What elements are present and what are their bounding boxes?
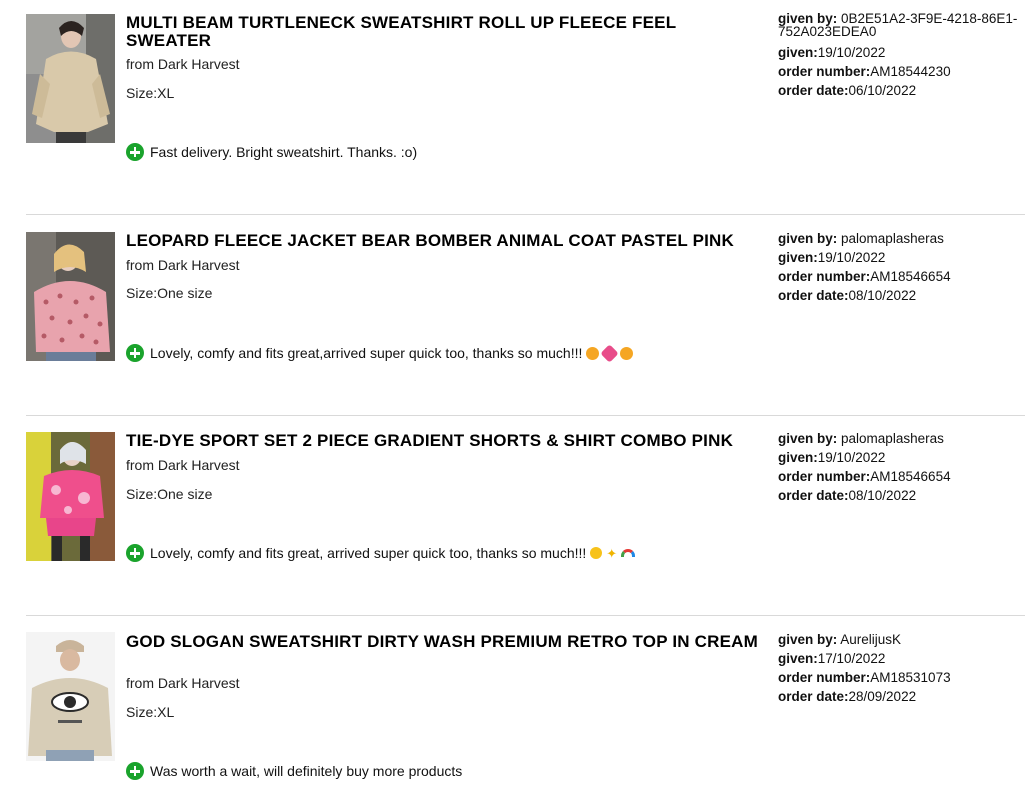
given-label: given:	[778, 450, 818, 465]
order-date: 06/10/2022	[848, 83, 917, 98]
product-title[interactable]: TIE-DYE SPORT SET 2 PIECE GRADIENT SHORT…	[126, 432, 766, 450]
review-meta: given by: palomaplasheras given:19/10/20…	[778, 429, 1023, 505]
comment-text: Lovely, comfy and fits great, arrived su…	[150, 545, 587, 561]
size-value: XL	[157, 704, 175, 720]
order-date: 08/10/2022	[848, 488, 917, 503]
product-size: Size:One size	[126, 285, 212, 301]
order-number: AM18546654	[870, 269, 951, 284]
order-number-label: order number:	[778, 64, 871, 79]
order-number: AM18546654	[870, 469, 951, 484]
size-label: Size:	[126, 85, 158, 101]
hug-emoji-icon	[620, 346, 634, 360]
reviewer-name: palomaplasheras	[841, 231, 944, 246]
product-image[interactable]	[26, 14, 115, 143]
order-number-label: order number:	[778, 269, 871, 284]
order-number: AM18531073	[870, 670, 951, 685]
review-comment: Was worth a wait, will definitely buy mo…	[126, 762, 462, 780]
product-image[interactable]	[26, 632, 115, 761]
given-date: 19/10/2022	[817, 450, 886, 465]
product-title[interactable]: MULTI BEAM TURTLENECK SWEATSHIRT ROLL UP…	[126, 14, 766, 50]
divider	[26, 214, 1025, 215]
product-image[interactable]	[26, 232, 115, 361]
divider	[26, 415, 1025, 416]
sparkles-emoji-icon: ✦	[606, 545, 618, 561]
size-value: One size	[157, 285, 213, 301]
given-by-label: given by:	[778, 431, 838, 446]
plus-circle-icon	[126, 143, 144, 161]
comment-text: Lovely, comfy and fits great,arrived sup…	[150, 345, 583, 361]
order-number-label: order number:	[778, 670, 871, 685]
given-by-label: given by:	[778, 231, 838, 246]
plus-circle-icon	[126, 762, 144, 780]
seller-name: from Dark Harvest	[126, 257, 240, 273]
smile-emoji-icon	[586, 346, 600, 360]
divider	[26, 615, 1025, 616]
product-image[interactable]	[26, 432, 115, 561]
seller-name: from Dark Harvest	[126, 457, 240, 473]
product-size: Size:XL	[126, 704, 174, 720]
review-comment: Fast delivery. Bright sweatshirt. Thanks…	[126, 143, 417, 161]
order-date: 08/10/2022	[848, 288, 917, 303]
size-label: Size:	[126, 285, 158, 301]
given-date: 17/10/2022	[817, 651, 886, 666]
order-date-label: order date:	[778, 488, 849, 503]
reviewer-name: AurelijusK	[840, 632, 902, 647]
given-label: given:	[778, 250, 818, 265]
product-title[interactable]: LEOPARD FLEECE JACKET BEAR BOMBER ANIMAL…	[126, 232, 766, 250]
given-label: given:	[778, 45, 818, 60]
plus-circle-icon	[126, 344, 144, 362]
size-value: One size	[157, 486, 213, 502]
review-comment: Lovely, comfy and fits great, arrived su…	[126, 544, 636, 562]
comment-text: Fast delivery. Bright sweatshirt. Thanks…	[150, 144, 418, 160]
given-label: given:	[778, 651, 818, 666]
heart-emoji-icon	[600, 343, 620, 363]
size-label: Size:	[126, 704, 158, 720]
order-date-label: order date:	[778, 288, 849, 303]
size-label: Size:	[126, 486, 158, 502]
seller-name: from Dark Harvest	[126, 675, 240, 691]
comment-text: Was worth a wait, will definitely buy mo…	[150, 763, 463, 779]
sun-emoji-icon	[590, 547, 603, 559]
given-date: 19/10/2022	[817, 45, 886, 60]
size-value: XL	[157, 85, 175, 101]
order-date-label: order date:	[778, 83, 849, 98]
seller-name: from Dark Harvest	[126, 56, 240, 72]
product-size: Size:XL	[126, 85, 174, 101]
order-date: 28/09/2022	[848, 689, 917, 704]
review-meta: given by: palomaplasheras given:19/10/20…	[778, 229, 1023, 305]
product-title[interactable]: GOD SLOGAN SWEATSHIRT DIRTY WASH PREMIUM…	[126, 633, 766, 651]
reviewer-name: palomaplasheras	[841, 431, 944, 446]
order-date-label: order date:	[778, 689, 849, 704]
rainbow-emoji-icon	[621, 549, 636, 557]
order-number-label: order number:	[778, 469, 871, 484]
given-date: 19/10/2022	[817, 250, 886, 265]
product-size: Size:One size	[126, 486, 212, 502]
review-meta: given by: 0B2E51A2-3F9E-4218-86E1-752A02…	[778, 12, 1023, 100]
review-meta: given by: AurelijusK given:17/10/2022 or…	[778, 630, 1023, 706]
order-number: AM18544230	[870, 64, 951, 79]
review-comment: Lovely, comfy and fits great,arrived sup…	[126, 343, 634, 363]
given-by-label: given by:	[778, 632, 838, 647]
plus-circle-icon	[126, 544, 144, 562]
